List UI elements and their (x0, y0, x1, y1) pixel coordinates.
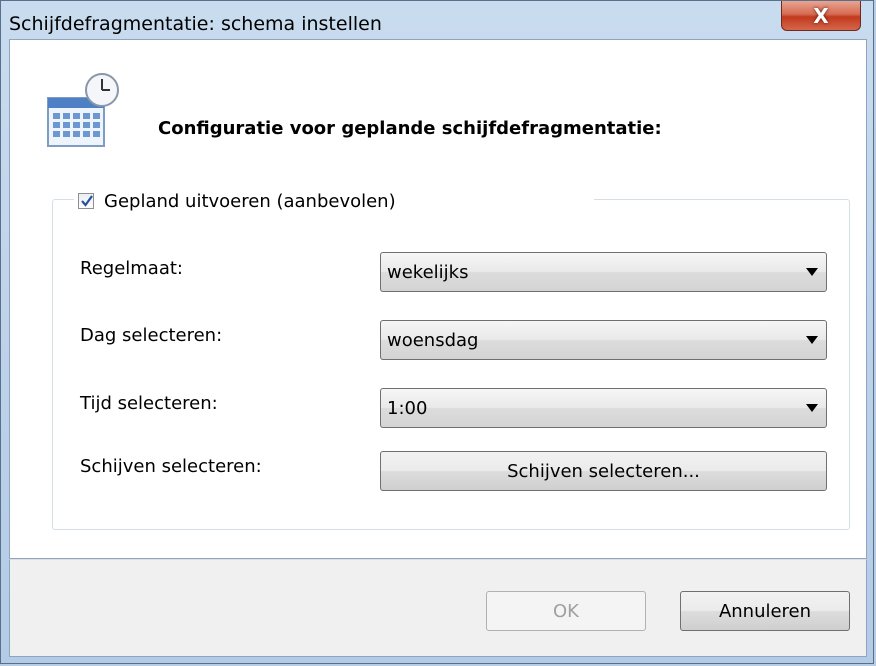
disks-label: Schijven selecteren: (80, 456, 262, 477)
cancel-button[interactable]: Annuleren (680, 591, 850, 631)
select-disks-button-label: Schijven selecteren... (507, 460, 700, 482)
cancel-button-label: Annuleren (718, 600, 812, 622)
title-bar[interactable]: Schijfdefragmentatie: schema instellen X (1, 1, 873, 39)
close-icon: X (813, 3, 829, 28)
frequency-value: wekelijks (387, 261, 469, 283)
calendar-clock-icon (47, 73, 119, 147)
frequency-label: Regelmaat: (80, 258, 183, 279)
select-disks-button[interactable]: Schijven selecteren... (380, 451, 827, 491)
day-label: Dag selecteren: (80, 325, 223, 346)
time-label: Tijd selecteren: (80, 393, 218, 414)
schedule-checkbox-label[interactable]: Gepland uitvoeren (aanbevolen) (104, 191, 396, 212)
window-title: Schijfdefragmentatie: schema instellen (9, 13, 382, 35)
chevron-down-icon (806, 404, 818, 412)
frequency-select[interactable]: wekelijks (380, 252, 827, 292)
page-heading: Configuratie voor geplande schijfdefragm… (158, 118, 662, 139)
day-select[interactable]: woensdag (380, 320, 827, 360)
ok-button[interactable]: OK (486, 591, 646, 631)
time-value: 1:00 (387, 397, 428, 419)
close-button[interactable]: X (781, 1, 861, 31)
schedule-checkbox[interactable] (78, 193, 94, 209)
chevron-down-icon (806, 268, 818, 276)
chevron-down-icon (806, 336, 818, 344)
day-value: woensdag (387, 329, 479, 351)
schedule-checkbox-row[interactable]: Gepland uitvoeren (aanbevolen) (74, 186, 594, 216)
ok-button-label: OK (553, 600, 579, 622)
time-select[interactable]: 1:00 (380, 388, 827, 428)
checkmark-icon (81, 195, 93, 207)
